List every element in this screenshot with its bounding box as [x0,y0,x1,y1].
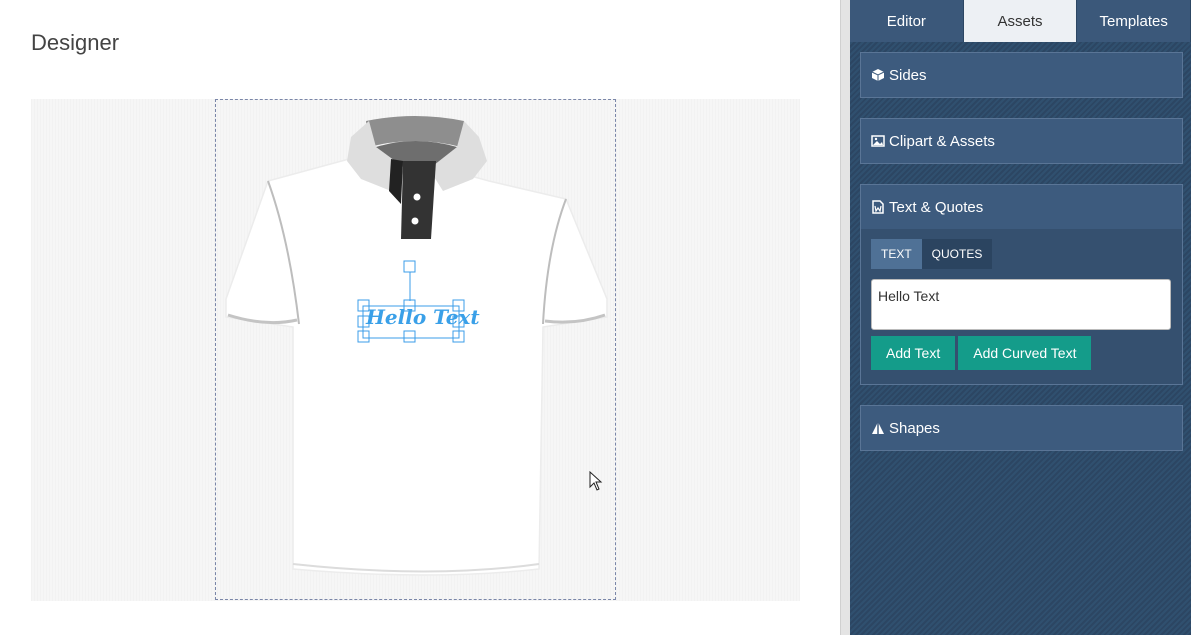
shapes-label: Shapes [889,419,940,437]
mouse-cursor-icon [589,471,603,491]
page-title: Designer [31,30,120,55]
cube-icon [871,69,885,81]
tab-templates[interactable]: Templates [1077,0,1191,42]
shapes-icon [872,422,884,434]
text-quotes-section: Text & Quotes TEXT QUOTES Hello Text Add… [860,184,1183,385]
canvas-text-object[interactable]: Hello Text [366,305,480,329]
tab-editor[interactable]: Editor [850,0,964,42]
tab-assets[interactable]: Assets [963,0,1078,42]
clipart-section: Clipart & Assets [860,118,1183,164]
image-icon [871,135,885,147]
sides-header[interactable]: Sides [861,53,1182,97]
subtab-text[interactable]: TEXT [871,239,922,269]
text-button-row: Add Text Add Curved Text [871,336,1172,370]
word-doc-icon [872,200,884,214]
add-curved-text-button[interactable]: Add Curved Text [958,336,1092,370]
sides-section: Sides [860,52,1183,98]
clipart-header[interactable]: Clipart & Assets [861,119,1182,163]
text-quotes-subtabs: TEXT QUOTES [871,239,1172,269]
add-text-button[interactable]: Add Text [871,336,956,370]
shapes-section: Shapes [860,405,1183,451]
text-quotes-body: TEXT QUOTES Hello Text Add Text Add Curv… [861,229,1182,384]
text-quotes-label: Text & Quotes [889,198,984,216]
polo-shirt-image [225,116,608,576]
text-object-selection[interactable] [357,259,467,343]
text-input[interactable]: Hello Text [871,279,1171,330]
subtab-quotes[interactable]: QUOTES [921,239,993,269]
designer-area: Designer Hello Text [0,0,840,635]
panel-tabs: Editor Assets Templates [850,0,1191,42]
shapes-header[interactable]: Shapes [861,406,1182,450]
text-quotes-header[interactable]: Text & Quotes [861,185,1182,229]
assets-panel: Editor Assets Templates Sides Clipart & … [850,0,1191,635]
design-canvas[interactable]: Hello Text [31,99,800,601]
clipart-label: Clipart & Assets [889,132,995,150]
sides-label: Sides [889,66,927,84]
